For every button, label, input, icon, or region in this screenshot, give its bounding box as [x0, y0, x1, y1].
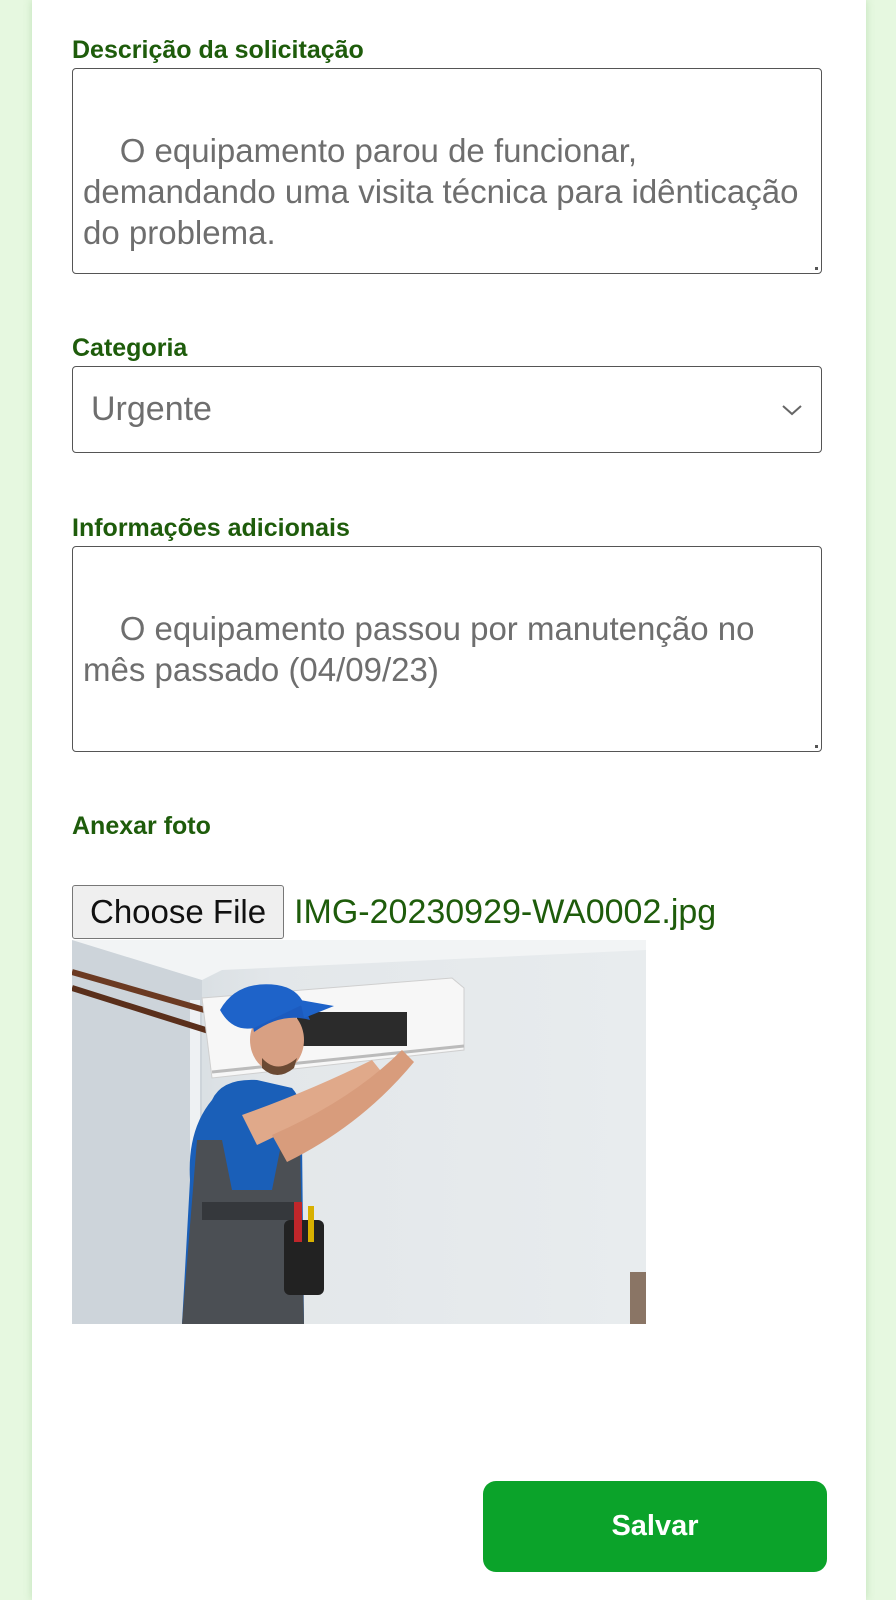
additional-info-textarea[interactable]: O equipamento passou por manutenção no m… — [72, 546, 822, 752]
description-textarea[interactable]: O equipamento parou de funcionar, demand… — [72, 68, 822, 274]
category-selected-value: Urgente — [91, 390, 212, 428]
selected-file-name: IMG-20230929-WA0002.jpg — [294, 892, 717, 931]
additional-info-label: Informações adicionais — [72, 514, 350, 542]
category-select[interactable]: Urgente — [72, 366, 822, 453]
description-label: Descrição da solicitação — [72, 36, 364, 64]
file-input[interactable]: Choose File IMG-20230929-WA0002.jpg — [72, 884, 716, 940]
form-card: Descrição da solicitação O equipamento p… — [32, 0, 866, 1600]
description-text: O equipamento parou de funcionar, demand… — [83, 132, 808, 251]
attach-photo-label: Anexar foto — [72, 812, 211, 840]
resize-handle-icon[interactable] — [815, 745, 818, 748]
photo-preview — [72, 940, 646, 1324]
choose-file-button[interactable]: Choose File — [72, 885, 285, 939]
category-label: Categoria — [72, 334, 188, 362]
chevron-down-icon — [781, 403, 803, 417]
additional-info-text: O equipamento passou por manutenção no m… — [83, 610, 764, 688]
resize-handle-icon[interactable] — [815, 267, 818, 270]
save-button[interactable]: Salvar — [483, 1481, 827, 1572]
